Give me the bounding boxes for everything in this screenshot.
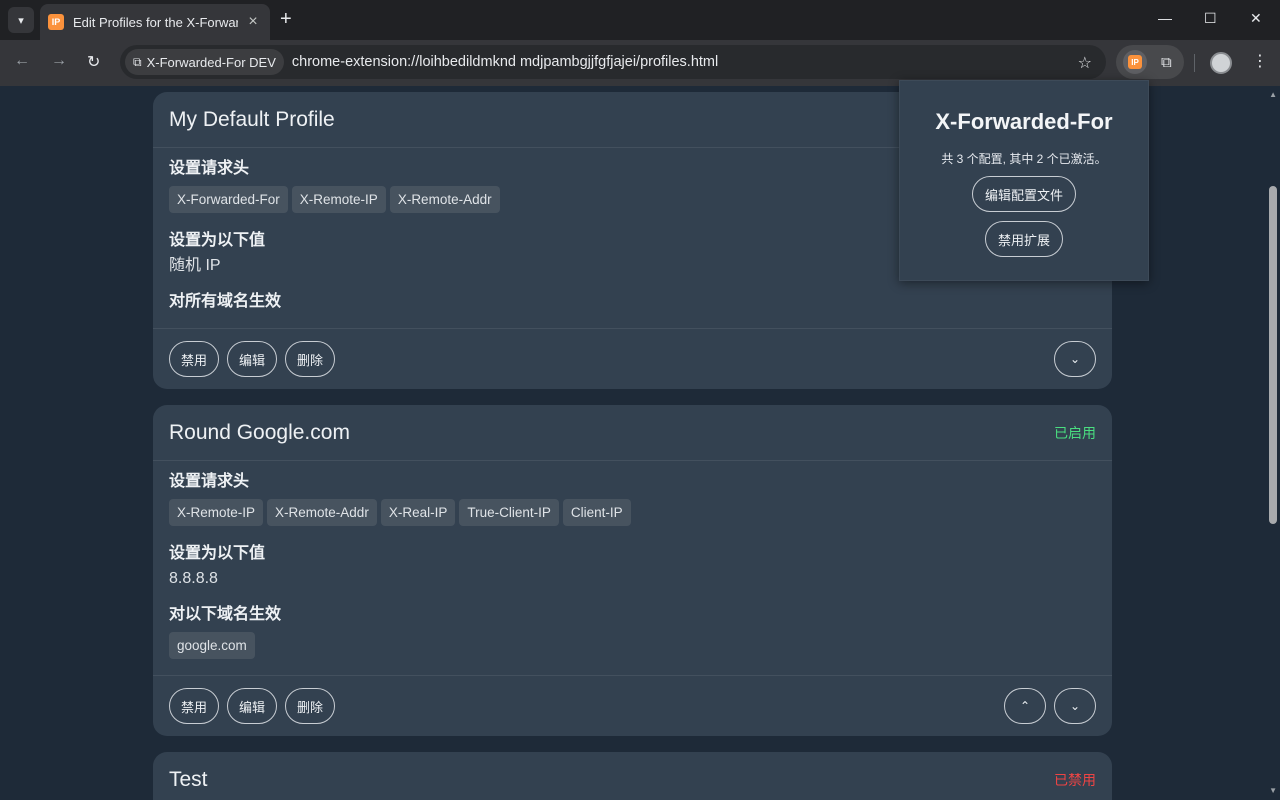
delete-button[interactable]: 删除 — [285, 688, 336, 724]
kebab-menu-icon[interactable]: ⋮ — [1252, 51, 1268, 71]
header-value: 8.8.8.8 — [169, 570, 218, 587]
profile-name: Round Google.com — [169, 420, 350, 444]
scroll-down-arrow-icon[interactable]: ▼ — [1269, 786, 1277, 795]
header-chip: X-Remote-Addr — [389, 186, 500, 213]
window-close-icon[interactable]: ✕ — [1250, 10, 1262, 27]
scope-title: 对以下域名生效 — [169, 606, 282, 623]
scope-title: 对所有域名生效 — [169, 293, 282, 310]
star-icon[interactable]: ☆ — [1078, 53, 1092, 73]
card-footer: 禁用 编辑 删除 ⌃ ⌄ — [153, 675, 1112, 736]
chevron-down-icon[interactable]: ⌄ — [1054, 688, 1096, 724]
extension-popup: X-Forwarded-For 共 3 个配置, 其中 2 个已激活。 编辑配置… — [899, 80, 1149, 281]
scrollbar-thumb[interactable] — [1269, 186, 1277, 524]
tab-favicon-icon: IP — [48, 14, 64, 30]
value-title: 设置为以下值 — [169, 545, 266, 562]
site-chip-label: X-Forwarded-For DEV — [146, 54, 276, 70]
plus-icon[interactable]: + — [280, 8, 292, 30]
edit-button[interactable]: 编辑 — [227, 341, 278, 377]
puzzle-icon[interactable]: ⧉ — [1161, 54, 1172, 71]
tab-strip: ▾ IP Edit Profiles for the X-Forwarded-F… — [0, 0, 1280, 40]
maximize-icon[interactable]: ☐ — [1204, 10, 1217, 27]
tab-title: Edit Profiles for the X-Forwarded-For — [73, 14, 238, 30]
reload-icon[interactable]: ↻ — [87, 52, 100, 72]
header-chips: X-Remote-IP X-Remote-Addr X-Real-IP True… — [169, 499, 1096, 526]
profile-card: Test 已禁用 — [153, 752, 1112, 800]
chevron-up-icon[interactable]: ⌃ — [1004, 688, 1046, 724]
x-forwarded-for-extension-button[interactable]: IP — [1123, 50, 1147, 74]
tab-search-icon[interactable]: ▾ — [8, 7, 34, 33]
header-chip: True-Client-IP — [459, 499, 559, 526]
profile-card: Round Google.com 已启用 设置请求头 X-Remote-IP X… — [153, 405, 1112, 736]
forward-icon[interactable]: → — [51, 52, 67, 70]
active-tab[interactable]: IP Edit Profiles for the X-Forwarded-For… — [40, 4, 270, 40]
toolbar-divider — [1194, 54, 1195, 72]
delete-button[interactable]: 删除 — [285, 341, 336, 377]
domain-chips: google.com — [169, 632, 1096, 659]
status-badge: 已禁用 — [1054, 772, 1096, 788]
address-bar[interactable]: ⧉ X-Forwarded-For DEV chrome-extension:/… — [120, 45, 1106, 79]
popup-title: X-Forwarded-For — [935, 109, 1113, 134]
site-info-chip[interactable]: ⧉ X-Forwarded-For DEV — [125, 49, 284, 75]
card-header: Round Google.com 已启用 — [153, 405, 1112, 461]
disable-button[interactable]: 禁用 — [169, 341, 220, 377]
header-chip: Client-IP — [562, 499, 631, 526]
header-chip: X-Remote-IP — [291, 186, 386, 213]
profile-name: Test — [169, 768, 208, 791]
minimize-icon[interactable]: — — [1158, 10, 1172, 26]
profile-name: My Default Profile — [169, 107, 335, 131]
disable-button[interactable]: 禁用 — [169, 688, 220, 724]
edit-button[interactable]: 编辑 — [227, 688, 278, 724]
status-badge: 已启用 — [1054, 424, 1096, 441]
headers-title: 设置请求头 — [169, 473, 250, 490]
extension-icon: ⧉ — [133, 54, 142, 69]
header-chip: X-Remote-IP — [169, 499, 264, 526]
scroll-up-arrow-icon[interactable]: ▲ — [1269, 90, 1277, 99]
header-chip: X-Real-IP — [380, 499, 456, 526]
url-text[interactable]: chrome-extension://loihbedildmknd mdjpam… — [292, 54, 718, 70]
header-chip: X-Forwarded-For — [169, 186, 288, 213]
extensions-pill: IP ⧉ — [1116, 45, 1184, 79]
card-body: 设置请求头 X-Remote-IP X-Remote-Addr X-Real-I… — [153, 461, 1112, 659]
card-footer: 禁用 编辑 删除 ⌄ — [153, 328, 1112, 389]
header-chip: X-Remote-Addr — [267, 499, 377, 526]
popup-summary: 共 3 个配置, 其中 2 个已激活。 — [941, 152, 1107, 166]
back-icon[interactable]: ← — [14, 52, 30, 70]
avatar[interactable] — [1210, 52, 1232, 74]
chevron-down-icon[interactable]: ⌄ — [1054, 341, 1096, 377]
domain-chip: google.com — [169, 632, 255, 659]
card-header: Test 已禁用 — [153, 752, 1112, 800]
close-icon[interactable]: × — [244, 13, 262, 31]
edit-profiles-button[interactable]: 编辑配置文件 — [971, 176, 1077, 212]
disable-extension-button[interactable]: 禁用扩展 — [984, 221, 1064, 257]
extension-logo-icon: IP — [1128, 55, 1142, 69]
